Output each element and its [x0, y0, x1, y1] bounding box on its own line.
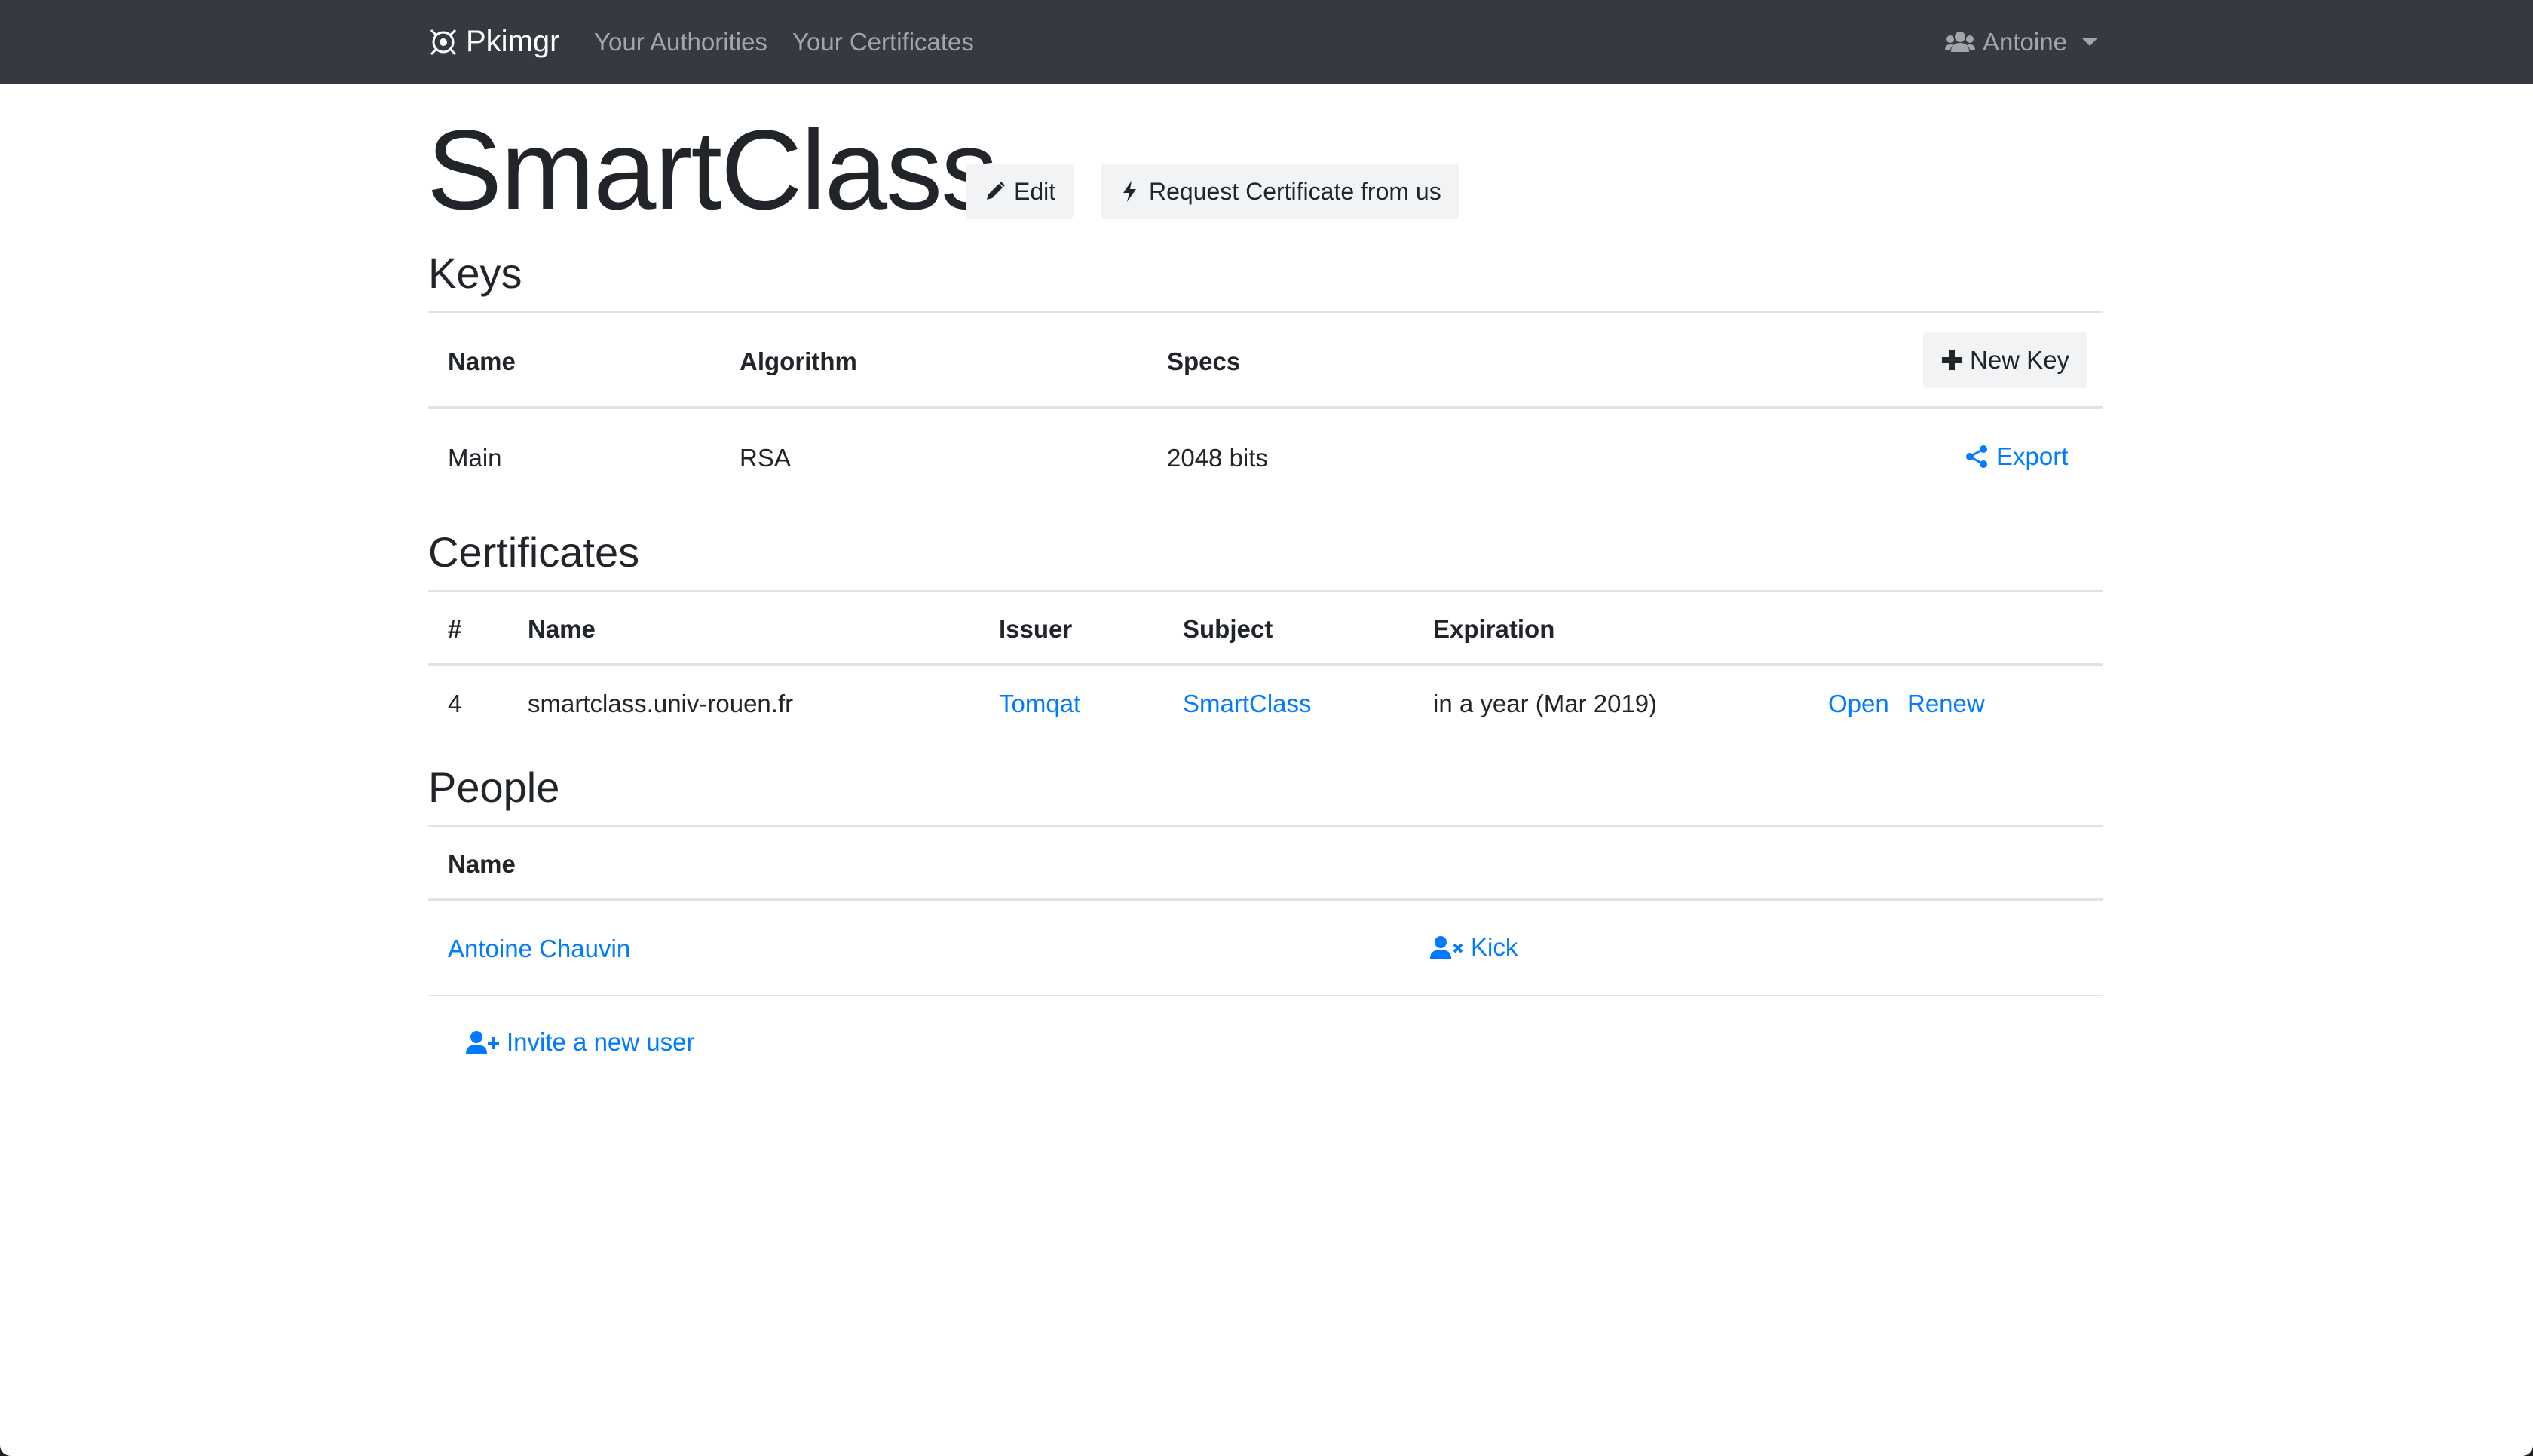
certs-col-name: Name	[528, 615, 596, 643]
brand-name: Pkimgr	[466, 25, 560, 58]
keys-divider	[428, 311, 2103, 313]
bolt-icon	[1123, 181, 1136, 202]
people-row-rule	[428, 995, 2103, 996]
export-key-link[interactable]: Export	[1965, 442, 2068, 471]
plus-icon	[1942, 350, 1962, 370]
certs-col-subject: Subject	[1183, 615, 1273, 643]
certs-col-number: #	[448, 615, 462, 643]
request-certificate-button[interactable]: Request Certificate from us	[1101, 164, 1459, 219]
export-label: Export	[1996, 442, 2069, 470]
navbar: Pkimgr Your Authorities Your Certificate…	[0, 0, 2533, 84]
people-header-rule	[428, 898, 2103, 901]
cert-subject-link[interactable]: SmartClass	[1183, 690, 1312, 718]
certs-col-issuer: Issuer	[999, 615, 1073, 643]
user-times-icon	[1430, 936, 1463, 959]
page: Pkimgr Your Authorities Your Certificate…	[0, 0, 2533, 1456]
invite-label: Invite a new user	[507, 1028, 695, 1056]
cert-open-link[interactable]: Open	[1828, 690, 1889, 718]
user-name: Antoine	[1983, 27, 2067, 56]
keys-col-algorithm: Algorithm	[740, 347, 857, 375]
certs-header-rule	[428, 663, 2103, 666]
request-certificate-label: Request Certificate from us	[1149, 177, 1441, 205]
people-col-name: Name	[448, 850, 516, 878]
nav-your-authorities[interactable]: Your Authorities	[594, 0, 767, 84]
key-name: Main	[448, 444, 502, 472]
users-icon	[1945, 31, 1975, 52]
people-heading: People	[428, 763, 560, 811]
robot-icon	[430, 29, 457, 55]
certificates-heading: Certificates	[428, 528, 640, 576]
user-plus-icon	[466, 1031, 499, 1054]
kick-user-link[interactable]: Kick	[1430, 933, 1518, 962]
people-divider	[428, 825, 2103, 827]
user-menu-dropdown[interactable]: Antoine	[1945, 0, 2097, 84]
kick-label: Kick	[1471, 933, 1518, 961]
key-specs: 2048 bits	[1167, 444, 1268, 472]
nav-your-certificates[interactable]: Your Certificates	[792, 0, 974, 84]
certificates-divider	[428, 590, 2103, 592]
brand-link[interactable]: Pkimgr	[428, 0, 559, 84]
keys-heading: Keys	[428, 249, 522, 297]
pencil-icon	[987, 182, 1005, 200]
cert-issuer-link[interactable]: Tomqat	[999, 690, 1080, 718]
person-name-link[interactable]: Antoine Chauvin	[448, 934, 630, 963]
key-algorithm: RSA	[740, 444, 791, 472]
cert-number: 4	[448, 690, 462, 717]
edit-button[interactable]: Edit	[966, 164, 1074, 219]
invite-user-link[interactable]: Invite a new user	[466, 1028, 694, 1057]
cert-renew-link[interactable]: Renew	[1907, 690, 1985, 718]
cert-expiration: in a year (Mar 2019)	[1433, 690, 1658, 717]
new-key-label: New Key	[1970, 346, 2070, 374]
page-title: SmartClass	[427, 106, 997, 233]
certs-col-expiration: Expiration	[1433, 615, 1555, 643]
new-key-button[interactable]: New Key	[1923, 332, 2088, 388]
edit-label: Edit	[1014, 177, 1056, 205]
cert-name: smartclass.univ-rouen.fr	[528, 690, 794, 717]
keys-header-rule	[428, 406, 2103, 409]
keys-col-name: Name	[448, 347, 516, 375]
keys-col-specs: Specs	[1167, 347, 1241, 375]
share-icon	[1966, 445, 1987, 468]
caret-down-icon	[2081, 38, 2097, 46]
